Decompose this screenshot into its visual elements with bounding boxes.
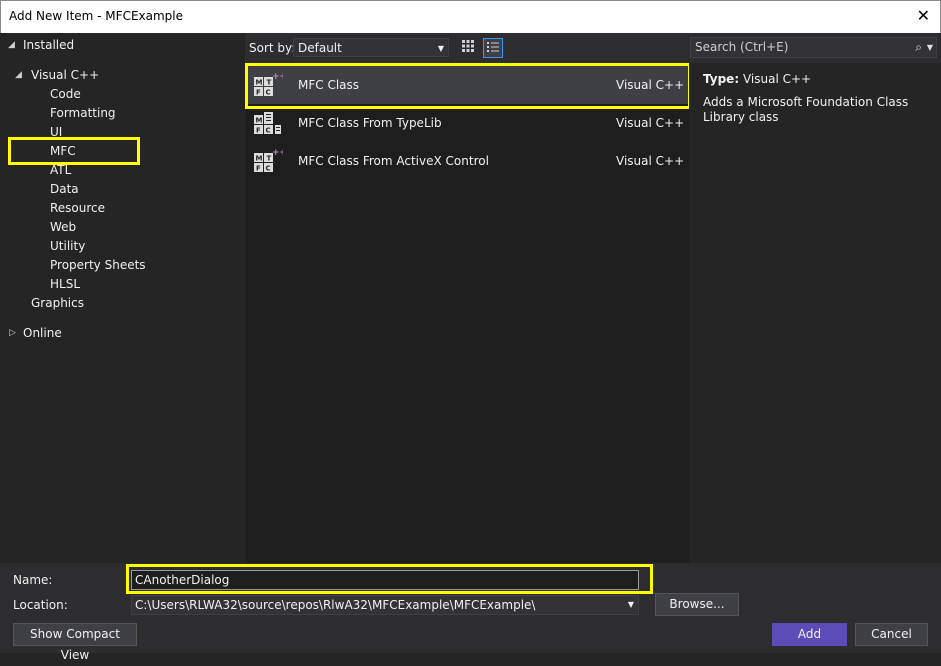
chevron-down-icon[interactable]: ▼: [628, 596, 634, 614]
show-compact-view-button[interactable]: Show Compact View: [13, 623, 137, 662]
tree-item-online[interactable]: Online: [23, 324, 62, 342]
svg-text:C: C: [266, 89, 271, 97]
location-label: Location:: [13, 598, 68, 612]
tree-item-formatting[interactable]: Formatting: [50, 104, 116, 122]
svg-text:T: T: [267, 155, 272, 163]
tree-item-resource[interactable]: Resource: [50, 199, 105, 217]
svg-text:F: F: [256, 127, 261, 135]
svg-text:F: F: [256, 89, 261, 97]
name-label: Name:: [13, 573, 53, 587]
bottom-form: Name: Location: C:\Users\RLWA32\source\r…: [0, 563, 941, 662]
type-label: Type:: [703, 72, 740, 86]
mfc-activex-icon: M T F C ++: [254, 148, 283, 173]
svg-text:M: M: [256, 155, 263, 163]
sort-value: Default: [298, 41, 342, 55]
template-language: Visual C++: [616, 154, 685, 168]
tree-item-utility[interactable]: Utility: [50, 237, 85, 255]
tree-item-hlsl[interactable]: HLSL: [50, 275, 80, 293]
search-placeholder: Search (Ctrl+E): [695, 40, 789, 54]
sort-toolbar: Sort by: Default ▼: [245, 33, 689, 63]
cancel-button[interactable]: Cancel: [855, 623, 928, 646]
type-value: Visual C++: [742, 72, 812, 86]
template-name: MFC Class From ActiveX Control: [298, 154, 489, 168]
template-name: MFC Class From TypeLib: [298, 116, 442, 130]
category-tree: ◢ Installed ◢ Visual C++ Code Formatting…: [0, 33, 245, 563]
window-title: Add New Item - MFCExample: [9, 9, 184, 23]
expanded-arrow-icon[interactable]: ◢: [15, 70, 22, 80]
tree-item-atl[interactable]: ATL: [50, 161, 71, 179]
tree-item-installed[interactable]: Installed: [23, 36, 74, 54]
svg-text:C: C: [266, 127, 271, 135]
svg-text:++: ++: [272, 72, 283, 82]
details-pane: Type: Visual C++ Adds a Microsoft Founda…: [689, 63, 941, 563]
template-row-mfc-activex[interactable]: M T F C ++ MFC Class From ActiveX Contro…: [245, 142, 689, 180]
list-view-icon[interactable]: [483, 38, 503, 58]
svg-text:M: M: [256, 79, 263, 87]
search-input[interactable]: Search (Ctrl+E) ⌕ ▼: [690, 37, 937, 58]
template-description: Adds a Microsoft Foundation Class Librar…: [703, 95, 909, 124]
name-field[interactable]: [131, 570, 639, 590]
browse-button[interactable]: Browse...: [655, 593, 739, 616]
mfc-class-icon: M T F C ++: [254, 72, 283, 97]
tree-item-code[interactable]: Code: [50, 85, 81, 103]
template-row-mfc-typelib[interactable]: M F C MFC Class From TypeLib Visual C++: [245, 104, 689, 142]
type-info: Type: Visual C++: [703, 72, 811, 86]
tree-item-web[interactable]: Web: [50, 218, 76, 236]
chevron-down-icon: ▼: [437, 44, 444, 53]
chevron-down-icon[interactable]: ▼: [927, 38, 933, 57]
svg-text:++: ++: [272, 148, 283, 158]
location-field[interactable]: C:\Users\RLWA32\source\repos\RlwA32\MFCE…: [131, 595, 639, 615]
tree-item-data[interactable]: Data: [50, 180, 79, 198]
svg-text:T: T: [267, 79, 272, 87]
title-bar: Add New Item - MFCExample ✕: [0, 0, 941, 33]
template-language: Visual C++: [616, 78, 685, 92]
search-icon[interactable]: ⌕: [915, 38, 922, 57]
tree-item-property-sheets[interactable]: Property Sheets: [50, 256, 146, 274]
template-row-mfc-class[interactable]: M T F C ++ MFC Class Visual C++: [245, 66, 689, 104]
tree-item-mfc[interactable]: MFC: [50, 142, 76, 160]
tree-item-visual-cpp[interactable]: Visual C++: [31, 66, 99, 84]
search-bar: Search (Ctrl+E) ⌕ ▼: [689, 33, 941, 63]
tree-item-ui[interactable]: UI: [50, 123, 62, 141]
expanded-arrow-icon[interactable]: ◢: [8, 40, 15, 50]
template-list: M T F C ++ MFC Class Visual C++ M F C MF…: [245, 63, 689, 563]
svg-text:F: F: [256, 165, 261, 173]
mfc-typelib-icon: M F C: [254, 112, 281, 135]
close-icon[interactable]: ✕: [917, 6, 930, 25]
template-language: Visual C++: [616, 116, 685, 130]
location-value: C:\Users\RLWA32\source\repos\RlwA32\MFCE…: [135, 598, 536, 612]
add-button[interactable]: Add: [772, 623, 847, 646]
template-name: MFC Class: [298, 78, 360, 92]
tree-item-graphics[interactable]: Graphics: [31, 294, 84, 312]
svg-text:C: C: [266, 165, 271, 173]
sort-label: Sort by:: [249, 41, 296, 55]
collapsed-arrow-icon[interactable]: ▷: [9, 328, 16, 338]
sort-dropdown[interactable]: Default ▼: [293, 38, 449, 57]
svg-text:M: M: [256, 117, 263, 125]
grid-view-icon[interactable]: [458, 38, 478, 58]
